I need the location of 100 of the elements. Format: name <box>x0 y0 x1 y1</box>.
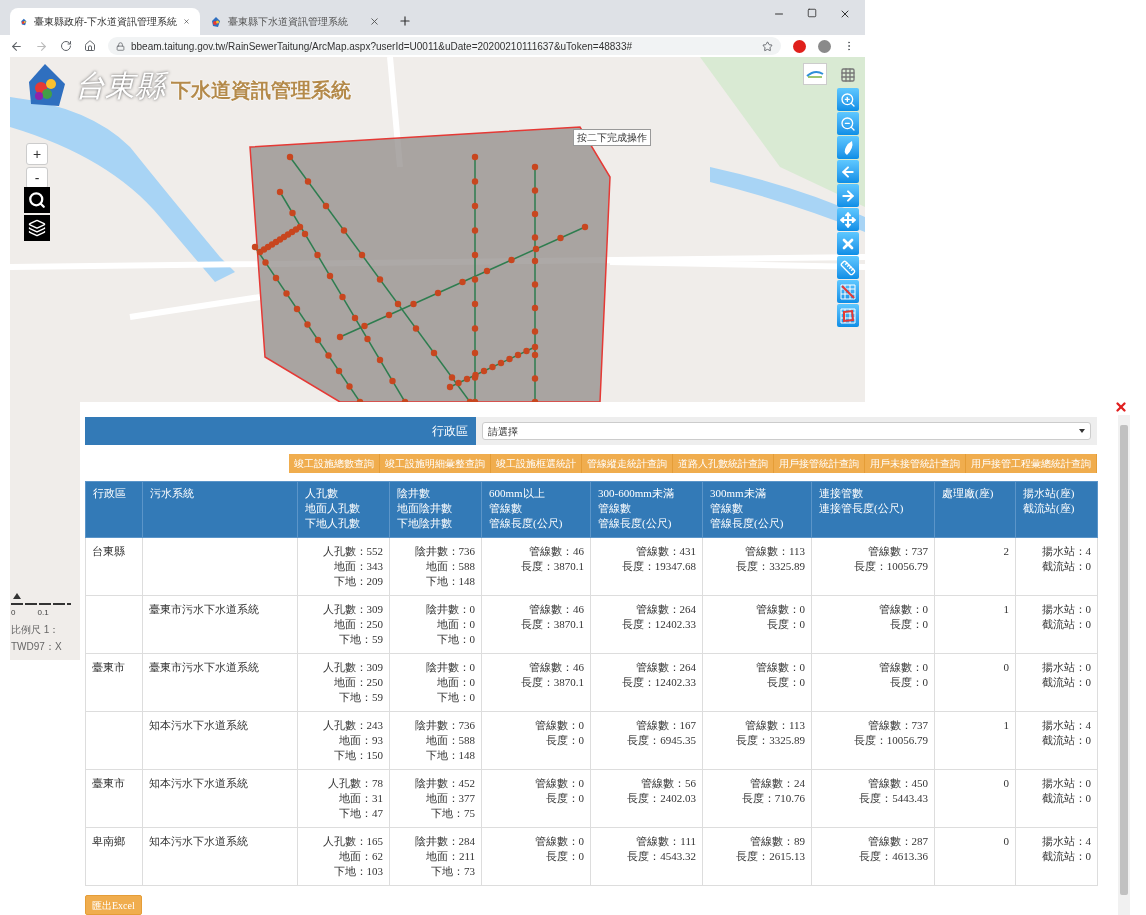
close-icon[interactable] <box>1114 400 1128 414</box>
new-tab-icon[interactable] <box>398 14 412 28</box>
search-button[interactable] <box>24 187 50 213</box>
district-select[interactable]: 請選擇 <box>482 422 1091 440</box>
pan-icon <box>840 211 856 228</box>
table-cell-text: 管線數：46 長度：3870.1 <box>519 544 584 574</box>
table-cell-text: 2 <box>1002 544 1009 559</box>
table-cell-text: 管線數：0 長度：0 <box>533 834 584 864</box>
map-tool-button[interactable] <box>837 256 859 279</box>
table-cell-text: 揚水站：0 截流站：0 <box>1040 660 1091 690</box>
table-cell-text: 1 <box>1002 602 1009 617</box>
column-header: 300-600mm未滿 管線數 管線長度(公尺) <box>590 481 703 538</box>
map-zoom-button[interactable]: + <box>26 143 48 165</box>
table-cell-text: 0 <box>1002 776 1009 791</box>
export-button[interactable]: 匯出Excel <box>85 895 142 915</box>
query-button[interactable]: 用戶接管統計查詢 <box>774 454 865 473</box>
query-button[interactable]: 道路人孔數統計查詢 <box>673 454 774 473</box>
table-cell-text: 1 <box>1002 718 1009 733</box>
logo-icon <box>210 15 222 28</box>
column-header: 行政區 <box>85 481 143 538</box>
close-icon[interactable] <box>369 16 380 27</box>
reload-icon[interactable] <box>60 40 72 52</box>
table-cell-text: 管線數：46 長度：3870.1 <box>519 660 584 690</box>
map-tool-button[interactable] <box>837 304 859 327</box>
table-cell-text: 管線數：737 長度：10056.79 <box>852 544 928 574</box>
table-cell: 臺東市污水下水道系統 <box>149 603 259 615</box>
scale-ratio: 比例尺 1： <box>11 623 61 637</box>
table-cell-text: 管線數：167 長度：6945.35 <box>626 718 696 748</box>
zoom-out-icon <box>840 115 856 132</box>
table-cell-text: 陰井數：0 地面：0 下地：0 <box>424 660 475 705</box>
table-cell-text: 管線數：0 長度：0 <box>754 660 805 690</box>
table-cell: 卑南鄉 <box>92 835 125 847</box>
query-button[interactable]: 竣工設施明細彙整查詢 <box>380 454 491 473</box>
map-tool-button[interactable] <box>837 88 859 111</box>
browser-tab[interactable]: 臺東縣下水道資訊管理系統 <box>200 8 390 35</box>
search-icon <box>28 191 46 209</box>
table-cell-text: 陰井數：736 地面：588 下地：148 <box>413 544 475 589</box>
table-cell-text: 人孔數：165 地面：62 下地：103 <box>321 834 383 879</box>
table-cell: 台東縣 <box>92 545 125 557</box>
table-cell-text: 管線數：0 長度：0 <box>877 602 928 632</box>
column-header: 揚水站(座) 截流站(座) <box>1015 481 1098 538</box>
query-button[interactable]: 竣工設施總數查詢 <box>289 454 380 473</box>
browser-tab[interactable]: 臺東縣政府-下水道資訊管理系統 <box>10 8 200 35</box>
basemap-logo-icon <box>806 70 824 78</box>
map-tool-button[interactable] <box>837 184 859 207</box>
maximize-icon[interactable] <box>807 8 817 18</box>
star-icon[interactable] <box>762 40 773 52</box>
map-zoom-button[interactable]: - <box>26 167 48 189</box>
table-cell-text: 人孔數：309 地面：250 下地：59 <box>321 602 383 647</box>
table-cell: 知本污水下水道系統 <box>149 719 248 731</box>
map-tool-button[interactable] <box>837 112 859 135</box>
query-button[interactable]: 用戶接管工程彙總統計查詢 <box>966 454 1097 473</box>
tab-title: 臺東縣下水道資訊管理系統 <box>228 15 349 29</box>
query-button[interactable]: 竣工設施框選統計 <box>491 454 582 473</box>
column-header: 污水系統 <box>142 481 298 538</box>
table-cell: 知本污水下水道系統 <box>149 835 248 847</box>
apps-grid-icon[interactable] <box>840 67 856 83</box>
table-cell-text: 管線數：431 長度：19347.68 <box>620 544 696 574</box>
query-button[interactable]: 用戶未接管統計查詢 <box>865 454 966 473</box>
table-cell-text: 管線數：113 長度：3325.89 <box>735 544 805 574</box>
filter-label: 行政區 <box>85 417 476 445</box>
leaf-icon <box>842 139 854 156</box>
table-cell-text: 陰井數：0 地面：0 下地：0 <box>424 602 475 647</box>
map-tool-button[interactable] <box>837 208 859 231</box>
scale-tick-label: 0.1 <box>37 607 49 619</box>
table-cell-text: 人孔數：309 地面：250 下地：59 <box>321 660 383 705</box>
basemap-button[interactable] <box>803 63 827 85</box>
map-tool-button[interactable] <box>837 136 859 159</box>
layers-button[interactable] <box>24 215 50 241</box>
lock-icon <box>116 41 125 51</box>
query-button[interactable]: 管線縱走統計查詢 <box>582 454 673 473</box>
table-cell-text: 管線數：264 長度：12402.33 <box>620 602 696 632</box>
map-tool-button[interactable] <box>837 232 859 255</box>
line-measure-icon <box>840 283 856 300</box>
table-cell-text: 陰井數：736 地面：588 下地：148 <box>413 718 475 763</box>
zoom-in-icon <box>840 91 856 108</box>
column-header: 600mm以上 管線數 管線長度(公尺) <box>481 481 591 538</box>
table-cell-text: 揚水站：0 截流站：0 <box>1040 602 1091 632</box>
forward-icon[interactable] <box>35 39 48 53</box>
logo-title: 下水道資訊管理系統 <box>171 78 351 103</box>
avatar-icon[interactable] <box>818 39 831 53</box>
table-cell-text: 管線數：24 長度：710.76 <box>740 776 805 806</box>
home-icon[interactable] <box>84 40 96 52</box>
map-tool-button[interactable] <box>837 280 859 303</box>
scale-bar <box>11 602 71 607</box>
extension-icon[interactable] <box>793 39 806 53</box>
scrollbar[interactable] <box>1118 415 1130 915</box>
column-header: 人孔數 地面人孔數 下地人孔數 <box>297 481 390 538</box>
map-tool-button[interactable] <box>837 160 859 183</box>
table-cell-text: 揚水站：0 截流站：0 <box>1040 776 1091 806</box>
close-icon[interactable] <box>839 8 851 20</box>
back-icon[interactable] <box>10 39 23 53</box>
ruler-icon <box>840 259 856 276</box>
table-cell-text: 管線數：287 長度：4613.36 <box>858 834 928 864</box>
table-cell-text: 揚水站：4 截流站：0 <box>1040 834 1091 864</box>
column-header: 連接管數 連接管長度(公尺) <box>811 481 935 538</box>
address-bar[interactable]: bbeam.taitung.gov.tw/RainSewerTaitung/ArcMap.aspx?userId=U0011&uDate=20200210111637&uToken=48833# <box>108 37 781 55</box>
table-cell-text: 管線數：111 長度：4543.32 <box>626 834 696 864</box>
layers-icon <box>28 219 46 237</box>
table-cell: 知本污水下水道系統 <box>149 777 248 789</box>
